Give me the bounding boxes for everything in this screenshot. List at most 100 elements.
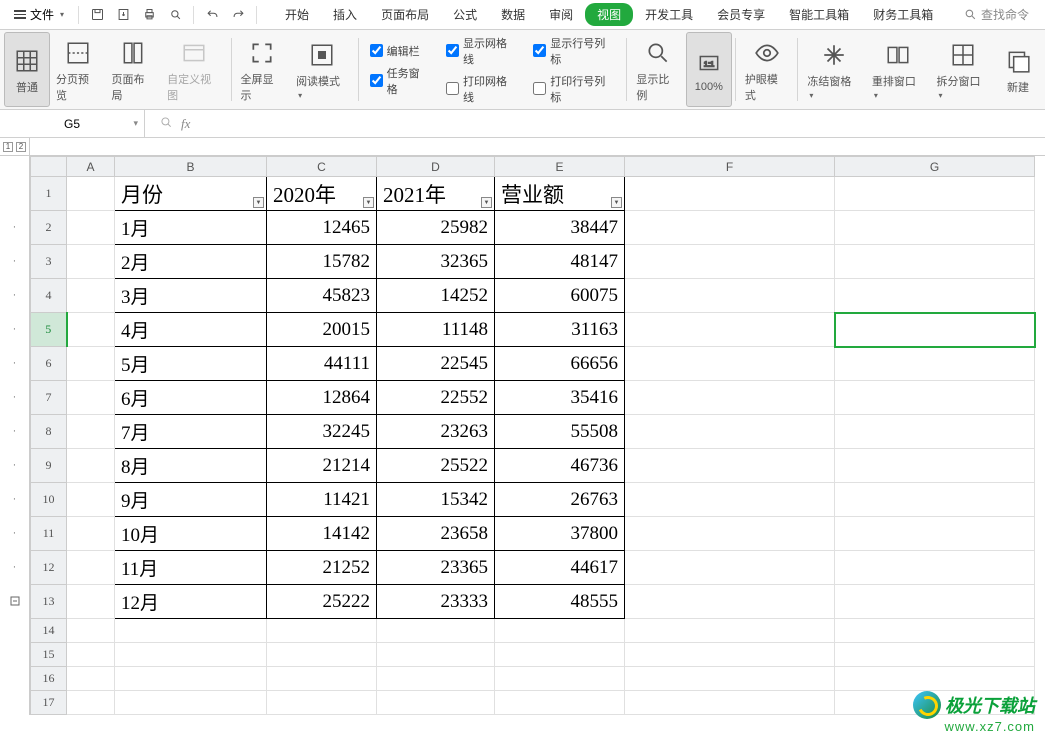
cell-D2[interactable]: 25982: [377, 211, 495, 245]
chk-show-grid[interactable]: 显示网格线: [446, 35, 517, 67]
cell-B1[interactable]: 月份▼: [115, 177, 267, 211]
col-header-C[interactable]: C: [267, 157, 377, 177]
spreadsheet-grid[interactable]: ABCDEFG 1月份▼2020年▼2021年▼营业额▼21月124652598…: [30, 156, 1036, 715]
cell-E2[interactable]: 38447: [495, 211, 625, 245]
cell-A10[interactable]: [67, 483, 115, 517]
menu-tab-2[interactable]: 页面布局: [369, 1, 441, 28]
zoom-ratio-button[interactable]: 显示比例: [630, 32, 686, 107]
cell-G13[interactable]: [835, 585, 1035, 619]
view-custom-button[interactable]: 自定义视图: [161, 32, 227, 107]
col-header-D[interactable]: D: [377, 157, 495, 177]
freeze-panes-button[interactable]: 冻结窗格 ▾: [801, 32, 866, 107]
menu-tab-9[interactable]: 智能工具箱: [777, 1, 861, 28]
col-header-F[interactable]: F: [625, 157, 835, 177]
print-preview-icon[interactable]: [163, 3, 187, 27]
cell-E13[interactable]: 48555: [495, 585, 625, 619]
outline-marker-7[interactable]: ·: [0, 380, 29, 414]
cell-G1[interactable]: [835, 177, 1035, 211]
fullscreen-button[interactable]: 全屏显示: [235, 32, 291, 107]
row-header-12[interactable]: 12: [31, 551, 67, 585]
cell-A8[interactable]: [67, 415, 115, 449]
view-pagebreak-button[interactable]: 分页预览: [50, 32, 106, 107]
cell-D3[interactable]: 32365: [377, 245, 495, 279]
cell-D14[interactable]: [377, 619, 495, 643]
cell-A16[interactable]: [67, 667, 115, 691]
cell-C9[interactable]: 21214: [267, 449, 377, 483]
cell-F12[interactable]: [625, 551, 835, 585]
chk-print-headers[interactable]: 打印行号列标: [533, 73, 615, 105]
cell-F7[interactable]: [625, 381, 835, 415]
cell-G4[interactable]: [835, 279, 1035, 313]
cell-C1[interactable]: 2020年▼: [267, 177, 377, 211]
cell-C8[interactable]: 32245: [267, 415, 377, 449]
cell-D17[interactable]: [377, 691, 495, 715]
cell-B6[interactable]: 5月: [115, 347, 267, 381]
cell-E10[interactable]: 26763: [495, 483, 625, 517]
row-header-3[interactable]: 3: [31, 245, 67, 279]
print-icon[interactable]: [137, 3, 161, 27]
cell-B15[interactable]: [115, 643, 267, 667]
cell-C14[interactable]: [267, 619, 377, 643]
cell-F8[interactable]: [625, 415, 835, 449]
cell-B4[interactable]: 3月: [115, 279, 267, 313]
menu-tab-8[interactable]: 会员专享: [705, 1, 777, 28]
formula-input[interactable]: [204, 110, 1045, 137]
cell-B11[interactable]: 10月: [115, 517, 267, 551]
cell-A9[interactable]: [67, 449, 115, 483]
cell-G16[interactable]: [835, 667, 1035, 691]
cell-B12[interactable]: 11月: [115, 551, 267, 585]
row-header-6[interactable]: 6: [31, 347, 67, 381]
outline-marker-9[interactable]: ·: [0, 448, 29, 482]
outline-marker-13[interactable]: [0, 584, 29, 618]
menu-tab-1[interactable]: 插入: [321, 1, 369, 28]
outline-marker-16[interactable]: [0, 666, 29, 690]
cell-C12[interactable]: 21252: [267, 551, 377, 585]
cell-D15[interactable]: [377, 643, 495, 667]
cell-D4[interactable]: 14252: [377, 279, 495, 313]
outline-marker-10[interactable]: ·: [0, 482, 29, 516]
cell-D6[interactable]: 22545: [377, 347, 495, 381]
name-box[interactable]: ▾: [0, 110, 145, 137]
cell-C13[interactable]: 25222: [267, 585, 377, 619]
cell-E8[interactable]: 55508: [495, 415, 625, 449]
cell-C15[interactable]: [267, 643, 377, 667]
cell-G6[interactable]: [835, 347, 1035, 381]
cell-D10[interactable]: 15342: [377, 483, 495, 517]
cell-E5[interactable]: 31163: [495, 313, 625, 347]
undo-icon[interactable]: [200, 3, 224, 27]
cell-A7[interactable]: [67, 381, 115, 415]
cell-E14[interactable]: [495, 619, 625, 643]
new-window-button[interactable]: 新建: [995, 32, 1041, 107]
cell-F2[interactable]: [625, 211, 835, 245]
cell-B2[interactable]: 1月: [115, 211, 267, 245]
cell-A17[interactable]: [67, 691, 115, 715]
menu-tab-4[interactable]: 数据: [489, 1, 537, 28]
row-header-8[interactable]: 8: [31, 415, 67, 449]
cell-E12[interactable]: 44617: [495, 551, 625, 585]
cell-D8[interactable]: 23263: [377, 415, 495, 449]
file-menu-button[interactable]: 文件 ▾: [6, 3, 72, 26]
row-header-15[interactable]: 15: [31, 643, 67, 667]
cell-E17[interactable]: [495, 691, 625, 715]
cell-C10[interactable]: 11421: [267, 483, 377, 517]
cell-C4[interactable]: 45823: [267, 279, 377, 313]
cell-G2[interactable]: [835, 211, 1035, 245]
cell-A15[interactable]: [67, 643, 115, 667]
reading-mode-button[interactable]: 阅读模式 ▾: [290, 32, 355, 107]
cell-D13[interactable]: 23333: [377, 585, 495, 619]
fx-icon[interactable]: fx: [181, 116, 190, 132]
outline-marker-1[interactable]: [0, 176, 29, 210]
cell-C5[interactable]: 20015: [267, 313, 377, 347]
cell-E9[interactable]: 46736: [495, 449, 625, 483]
cell-A4[interactable]: [67, 279, 115, 313]
arrange-windows-button[interactable]: 重排窗口 ▾: [866, 32, 931, 107]
row-header-1[interactable]: 1: [31, 177, 67, 211]
row-header-4[interactable]: 4: [31, 279, 67, 313]
cell-F10[interactable]: [625, 483, 835, 517]
cell-A5[interactable]: [67, 313, 115, 347]
cell-C16[interactable]: [267, 667, 377, 691]
menu-tab-3[interactable]: 公式: [441, 1, 489, 28]
col-header-A[interactable]: A: [67, 157, 115, 177]
row-header-16[interactable]: 16: [31, 667, 67, 691]
cell-G9[interactable]: [835, 449, 1035, 483]
